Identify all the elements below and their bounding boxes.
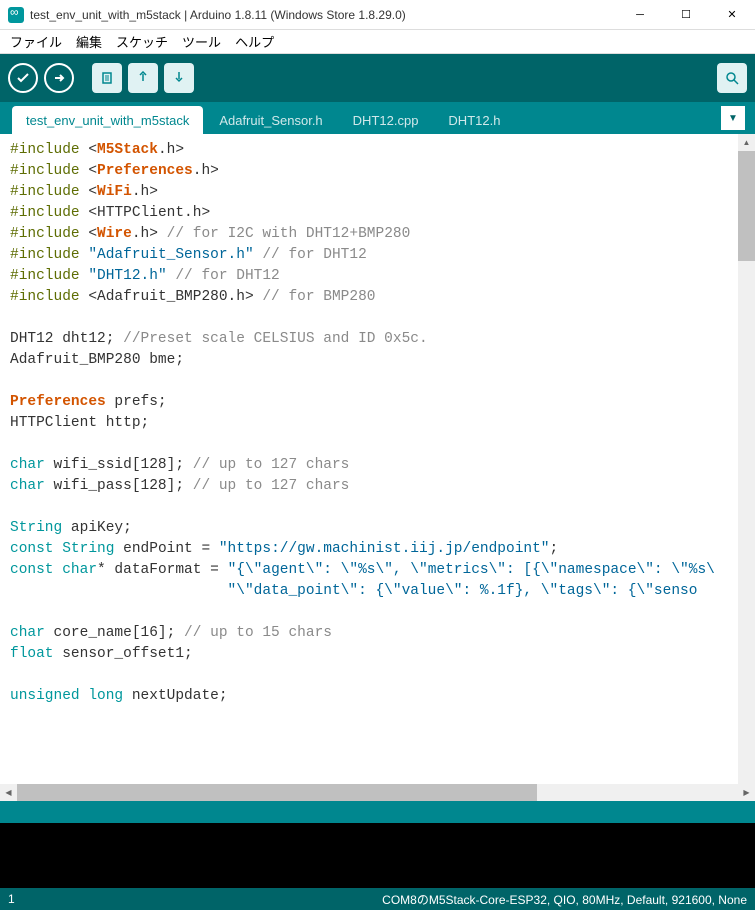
open-button[interactable] [128, 63, 158, 93]
tabbar: test_env_unit_with_m5stack Adafruit_Sens… [0, 102, 755, 134]
editor-container: #include <M5Stack.h> #include <Preferenc… [0, 134, 755, 784]
tab-main[interactable]: test_env_unit_with_m5stack [12, 106, 203, 134]
bottom-statusbar: 1 COM8のM5Stack-Core-ESP32, QIO, 80MHz, D… [0, 888, 755, 910]
tab-dht12-h[interactable]: DHT12.h [434, 106, 514, 134]
code-editor[interactable]: #include <M5Stack.h> #include <Preferenc… [0, 134, 738, 784]
menu-sketch[interactable]: スケッチ [112, 30, 172, 53]
verify-button[interactable] [8, 63, 38, 93]
tab-dropdown-button[interactable]: ▼ [721, 106, 745, 130]
window-title: test_env_unit_with_m5stack | Arduino 1.8… [30, 8, 617, 22]
line-number-status: 1 [8, 892, 382, 906]
horizontal-scrollbar[interactable]: ◀ ▶ [0, 784, 755, 801]
board-status: COM8のM5Stack-Core-ESP32, QIO, 80MHz, Def… [382, 891, 747, 908]
horizontal-scroll-thumb[interactable] [17, 784, 537, 801]
upload-button[interactable] [44, 63, 74, 93]
scroll-left-icon[interactable]: ◀ [0, 784, 17, 801]
scroll-up-icon[interactable]: ▲ [738, 134, 755, 151]
tab-dht12-cpp[interactable]: DHT12.cpp [339, 106, 433, 134]
maximize-button[interactable]: ☐ [663, 0, 709, 30]
toolbar [0, 54, 755, 102]
menubar: ファイル 編集 スケッチ ツール ヘルプ [0, 30, 755, 54]
minimize-button[interactable]: ─ [617, 0, 663, 30]
console-output[interactable] [0, 823, 755, 888]
menu-file[interactable]: ファイル [6, 30, 66, 53]
menu-edit[interactable]: 編集 [72, 30, 106, 53]
save-button[interactable] [164, 63, 194, 93]
scroll-right-icon[interactable]: ▶ [738, 784, 755, 801]
status-area [0, 801, 755, 823]
tab-adafruit-sensor[interactable]: Adafruit_Sensor.h [205, 106, 336, 134]
close-button[interactable]: ✕ [709, 0, 755, 30]
menu-help[interactable]: ヘルプ [231, 30, 278, 53]
titlebar: test_env_unit_with_m5stack | Arduino 1.8… [0, 0, 755, 30]
vertical-scrollbar[interactable]: ▲ [738, 134, 755, 784]
vertical-scroll-thumb[interactable] [738, 151, 755, 261]
arduino-icon [8, 7, 24, 23]
new-button[interactable] [92, 63, 122, 93]
menu-tools[interactable]: ツール [178, 30, 225, 53]
serial-monitor-button[interactable] [717, 63, 747, 93]
